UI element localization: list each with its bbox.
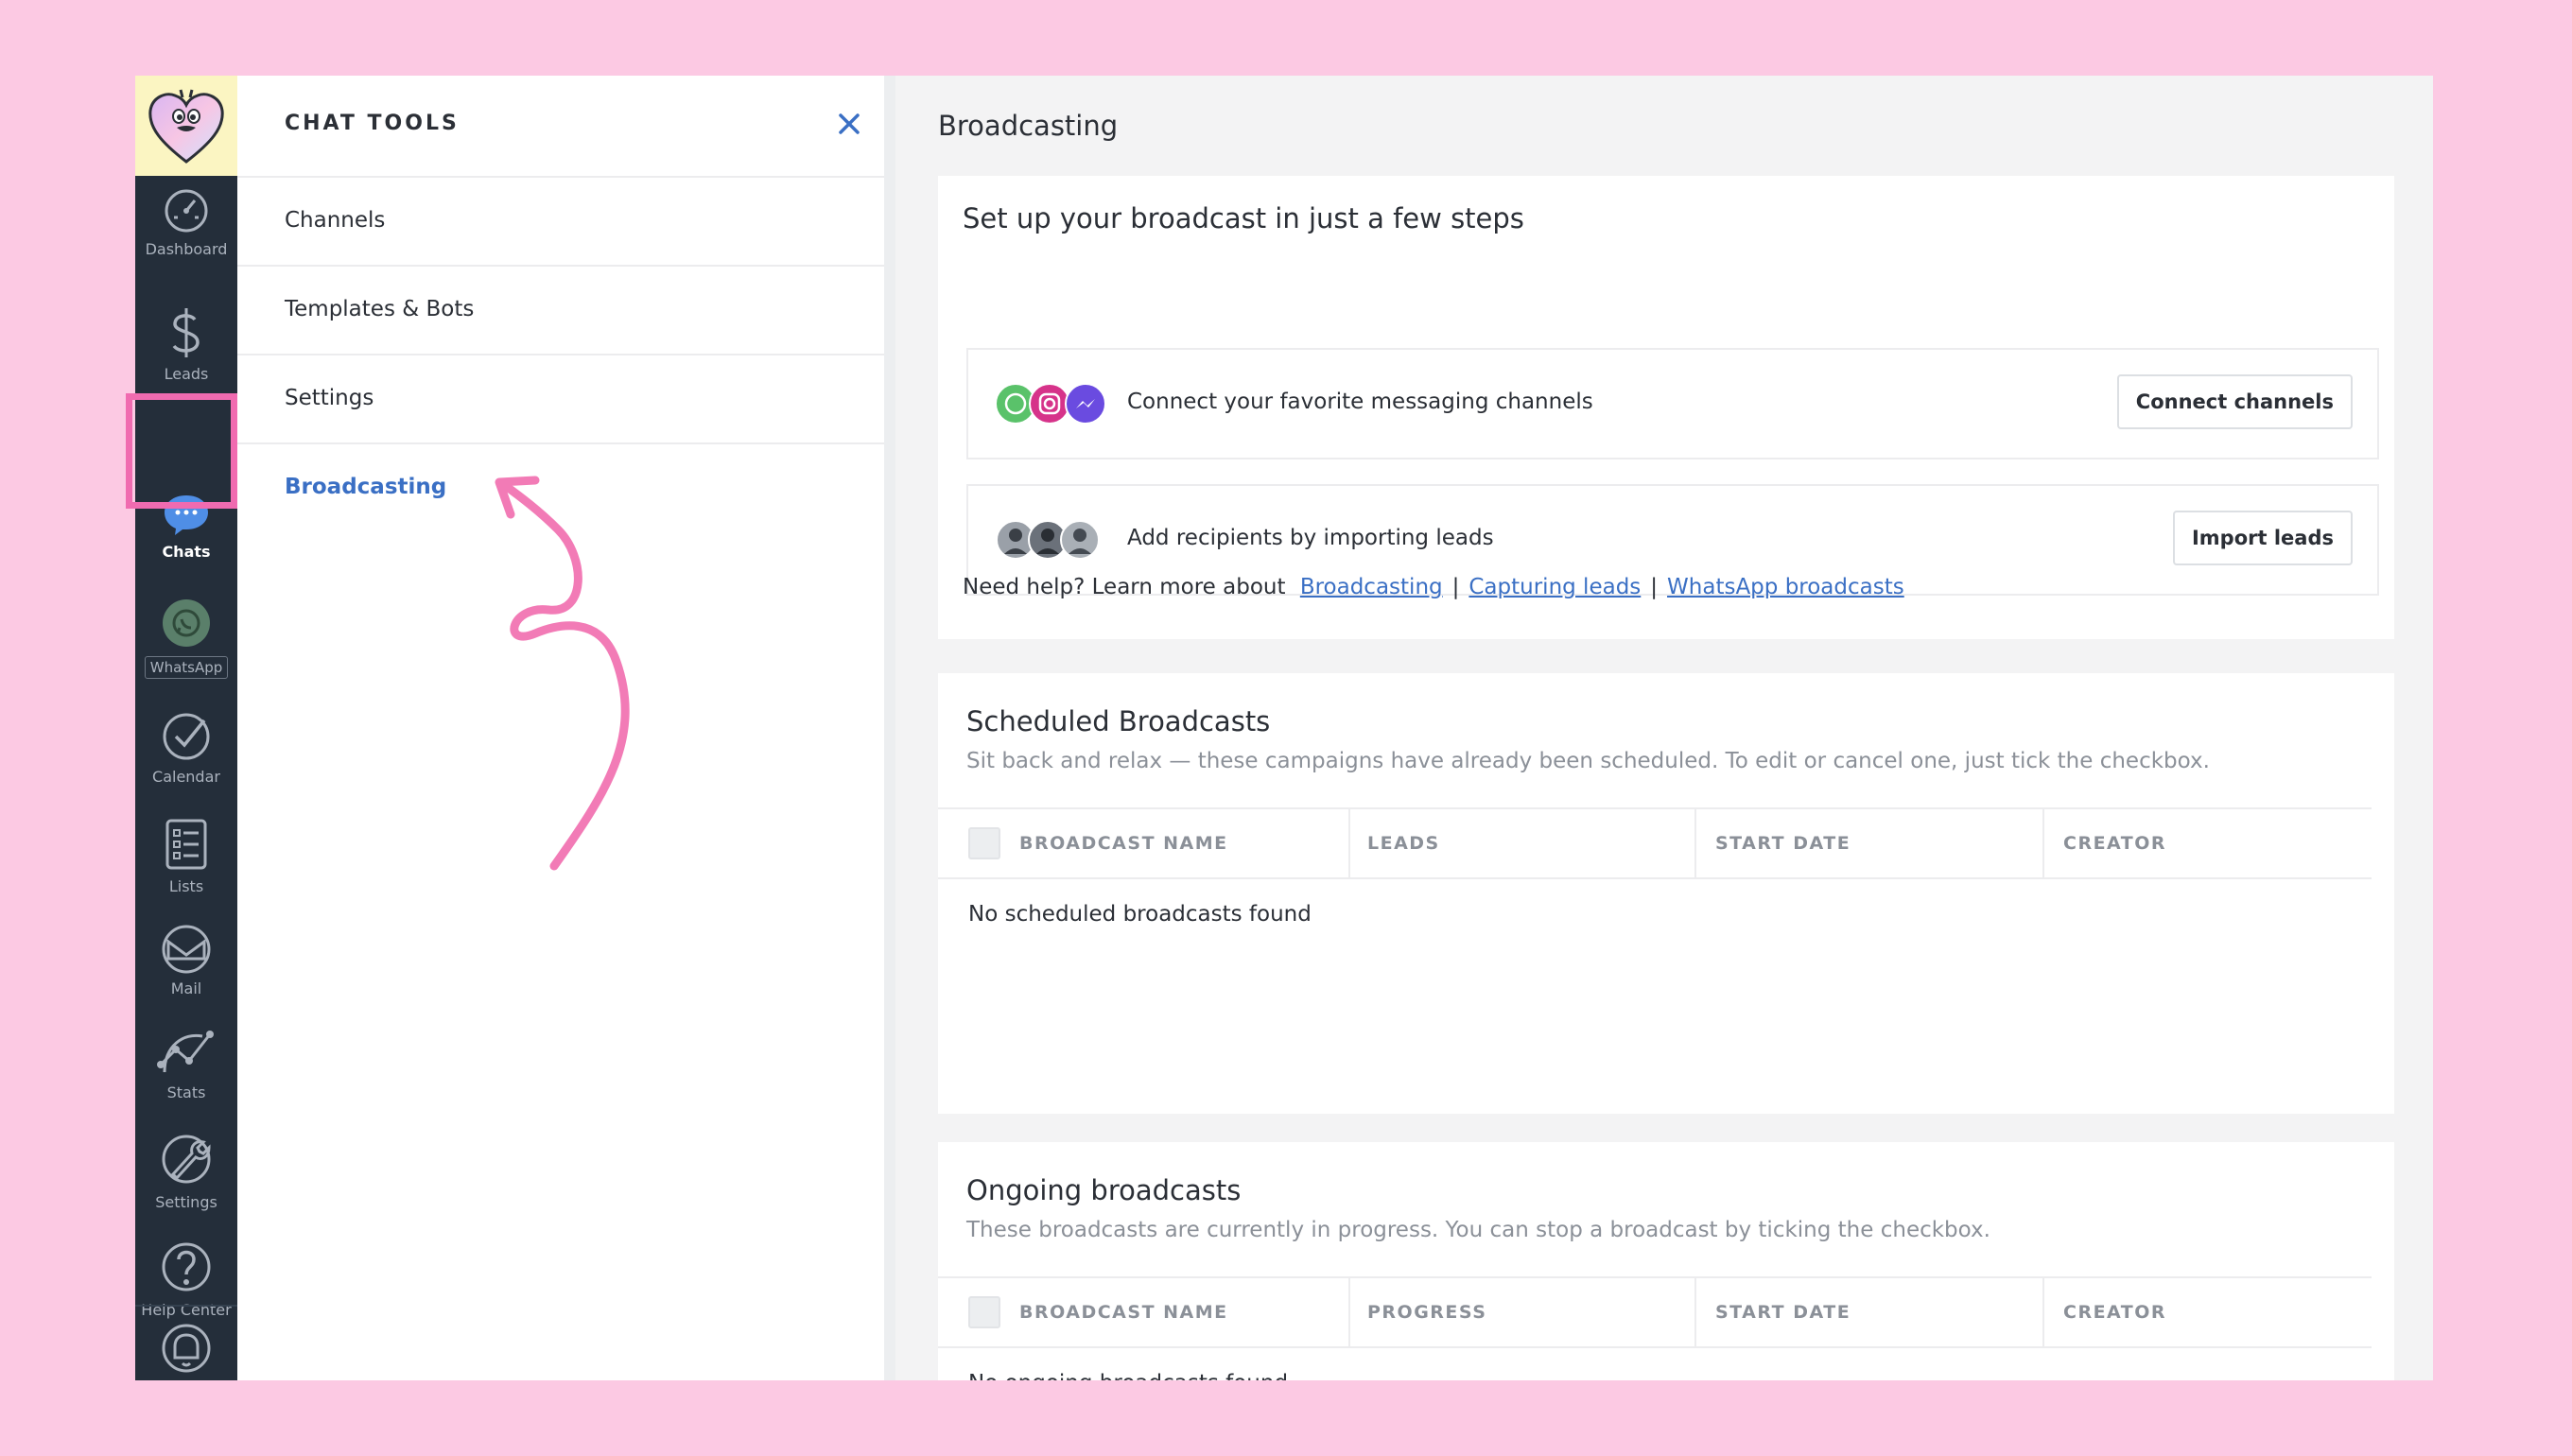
rail-label-chats: Chats [162, 543, 211, 561]
main-content: Broadcasting Set up your broadcast in ju… [895, 76, 2433, 1380]
tools-item-templates-bots[interactable]: Templates & Bots [237, 267, 884, 355]
column-progress: PROGRESS [1350, 1278, 1696, 1346]
rail-label-whatsapp: WhatsApp [144, 656, 229, 679]
checkmark-circle-icon [163, 713, 210, 760]
wrench-icon [162, 1135, 211, 1184]
scheduled-empty-message: No scheduled broadcasts found [968, 902, 1312, 927]
column-start-date: START DATE [1698, 809, 2044, 877]
rail-label-calendar: Calendar [152, 768, 220, 786]
nav-rail: Dashboard Leads Chats WhatsApp Calendar … [135, 76, 237, 1380]
dollar-icon [172, 308, 200, 357]
rail-item-settings[interactable]: Settings [135, 1131, 237, 1211]
step1-text: Connect your favorite messaging channels [1127, 390, 1593, 414]
column-label: PROGRESS [1367, 1302, 1487, 1323]
step2-text: Add recipients by importing leads [1127, 526, 1494, 550]
help-line: Need help? Learn more about Broadcasting… [963, 575, 1904, 599]
ongoing-broadcasts-card: Ongoing broadcasts These broadcasts are … [938, 1142, 2394, 1380]
heart-mascot-icon [148, 89, 224, 164]
list-icon [165, 819, 207, 870]
import-leads-button[interactable]: Import leads [2172, 511, 2353, 565]
column-label: START DATE [1715, 1302, 1851, 1323]
tools-item-settings[interactable]: Settings [237, 355, 884, 444]
rail-item-calendar[interactable]: Calendar [135, 711, 237, 786]
help-prefix: Need help? Learn more about [963, 575, 1286, 599]
column-label: BROADCAST NAME [1019, 1302, 1228, 1323]
leads-avatars-icon [996, 520, 1100, 560]
link-separator: | [1451, 575, 1460, 599]
tools-item-channels[interactable]: Channels [237, 178, 884, 267]
messaging-channels-icon [995, 383, 1106, 425]
rail-label-mail: Mail [170, 979, 202, 997]
ongoing-empty-message: No ongoing broadcasts found [968, 1371, 1288, 1380]
ongoing-title: Ongoing broadcasts [966, 1174, 1242, 1206]
rail-item-notifications[interactable] [135, 1305, 237, 1380]
ongoing-table-header: BROADCAST NAME PROGRESS START DATE CREAT… [938, 1276, 2372, 1348]
scheduled-description: Sit back and relax — these campaigns hav… [966, 749, 2210, 773]
setup-heading: Set up your broadcast in just a few step… [963, 202, 1524, 234]
select-all-checkbox[interactable] [968, 1296, 1000, 1328]
link-broadcasting[interactable]: Broadcasting [1300, 575, 1443, 599]
column-creator: CREATOR [2046, 1278, 2372, 1346]
chat-tools-title: CHAT TOOLS [285, 112, 460, 135]
column-start-date: START DATE [1698, 1278, 2044, 1346]
rail-label-settings: Settings [155, 1193, 217, 1211]
column-creator: CREATOR [2046, 809, 2372, 877]
rail-item-stats[interactable]: Stats [135, 1027, 237, 1101]
annotation-arrow-icon [495, 476, 630, 871]
rail-item-lists[interactable]: Lists [135, 817, 237, 895]
tools-item-label: Settings [285, 386, 374, 410]
scheduled-title: Scheduled Broadcasts [966, 705, 1271, 737]
column-label: LEADS [1367, 833, 1440, 854]
dashboard-gauge-icon [165, 189, 208, 233]
column-broadcast-name: BROADCAST NAME [938, 1278, 1350, 1346]
tools-item-label: Broadcasting [285, 475, 447, 499]
rail-item-dashboard[interactable]: Dashboard [135, 187, 237, 258]
chats-highlight-box [126, 393, 237, 509]
ongoing-description: These broadcasts are currently in progre… [966, 1218, 1990, 1242]
question-icon [162, 1242, 211, 1291]
step-connect-channels: Connect your favorite messaging channels… [966, 348, 2379, 459]
rail-item-mail[interactable]: Mail [135, 925, 237, 997]
column-label: BROADCAST NAME [1019, 833, 1228, 854]
app-logo[interactable] [135, 76, 237, 176]
column-label: CREATOR [2063, 1302, 2167, 1323]
setup-card: Set up your broadcast in just a few step… [938, 176, 2394, 639]
whatsapp-icon [163, 599, 210, 647]
close-icon[interactable] [835, 110, 863, 138]
rail-label-dashboard: Dashboard [145, 240, 228, 258]
rail-item-whatsapp[interactable]: WhatsApp [135, 598, 237, 679]
page-title: Broadcasting [938, 110, 1119, 142]
scheduled-table-header: BROADCAST NAME LEADS START DATE CREATOR [938, 807, 2372, 879]
select-all-checkbox[interactable] [968, 827, 1000, 859]
link-separator: | [1650, 575, 1659, 599]
rail-item-leads[interactable]: Leads [135, 306, 237, 383]
connect-channels-button[interactable]: Connect channels [2116, 374, 2353, 429]
mail-icon [162, 925, 211, 974]
column-label: CREATOR [2063, 833, 2167, 854]
column-broadcast-name: BROADCAST NAME [938, 809, 1350, 877]
column-leads: LEADS [1350, 809, 1696, 877]
column-label: START DATE [1715, 833, 1851, 854]
rail-label-leads: Leads [164, 365, 209, 383]
rail-label-lists: Lists [168, 877, 204, 895]
link-capturing-leads[interactable]: Capturing leads [1468, 575, 1641, 599]
bell-icon [162, 1324, 211, 1373]
rail-label-stats: Stats [166, 1083, 206, 1101]
scheduled-broadcasts-card: Scheduled Broadcasts Sit back and relax … [938, 673, 2394, 1114]
tools-item-label: Templates & Bots [285, 297, 475, 321]
link-whatsapp-broadcasts[interactable]: WhatsApp broadcasts [1667, 575, 1904, 599]
stats-icon [157, 1031, 214, 1073]
tools-item-label: Channels [285, 208, 386, 233]
chat-tools-header: CHAT TOOLS [237, 76, 884, 178]
